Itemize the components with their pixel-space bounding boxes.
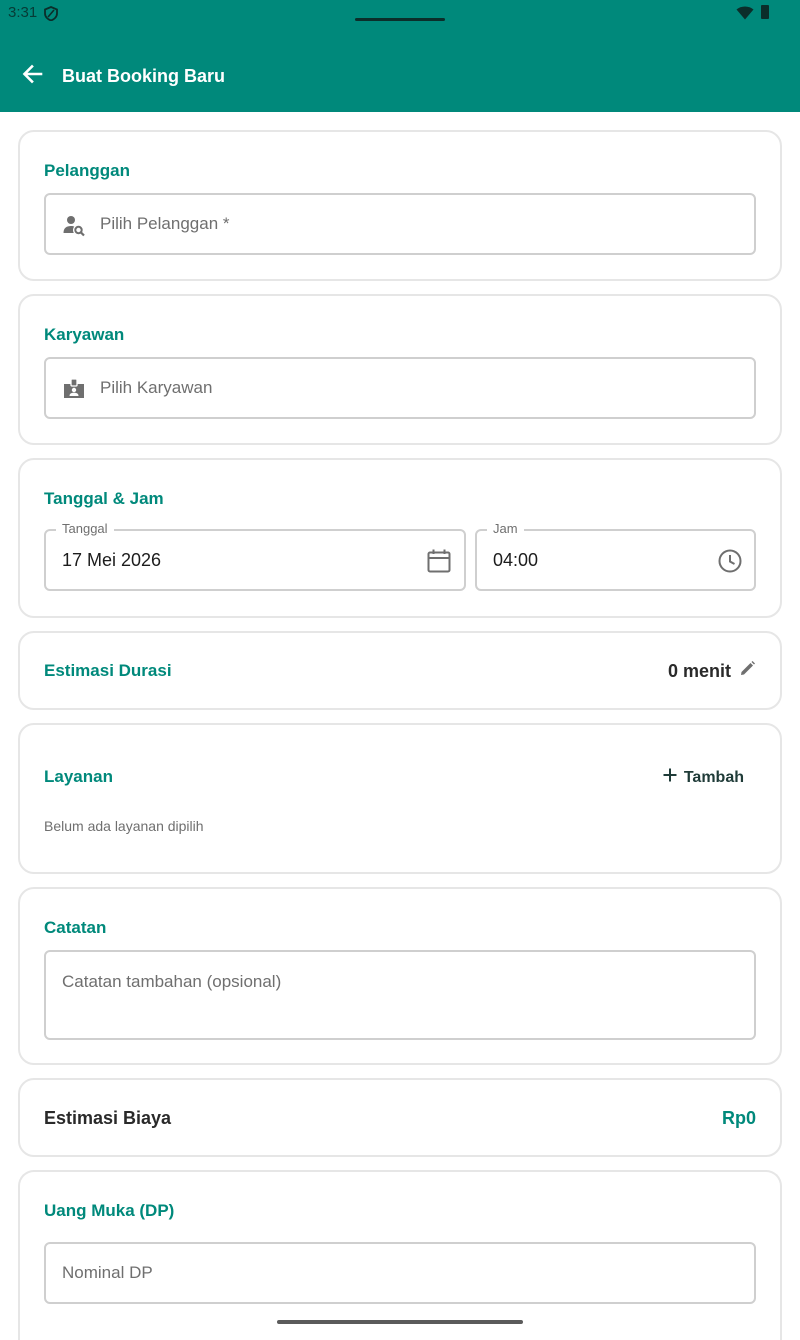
duration-card[interactable]: Estimasi Durasi 0 menit	[18, 631, 782, 710]
clock-icon[interactable]	[717, 548, 743, 579]
add-service-button[interactable]: Tambah	[662, 767, 744, 788]
cost-card: Estimasi Biaya Rp0	[18, 1078, 782, 1157]
date-field-label: Tanggal	[56, 521, 114, 536]
employee-select-field[interactable]: Pilih Karyawan	[44, 357, 756, 419]
add-service-label: Tambah	[683, 768, 744, 786]
services-empty-text: Belum ada layanan dipilih	[44, 818, 204, 834]
duration-value: 0 menit	[667, 660, 731, 681]
date-field[interactable]: Tanggal 17 Mei 2026	[44, 521, 466, 591]
edit-pencil-icon	[739, 660, 756, 682]
employee-section-title: Karyawan	[44, 325, 125, 344]
back-button[interactable]	[16, 60, 48, 92]
time-field-label: Jam	[487, 521, 524, 536]
date-value: 17 Mei 2026	[62, 550, 162, 570]
employee-card: Karyawan Pilih Karyawan	[18, 294, 782, 445]
services-card: Layanan Tambah Belum ada layanan dipilih	[18, 723, 782, 874]
customer-select-field[interactable]: Pilih Pelanggan *	[44, 193, 756, 255]
services-section-title: Layanan	[44, 767, 113, 786]
down-payment-placeholder: Nominal DP	[62, 1263, 153, 1282]
duration-edit-button[interactable]: 0 menit	[668, 660, 756, 682]
shield-icon	[44, 6, 58, 26]
notes-card: Catatan Catatan tambahan (opsional)	[18, 887, 782, 1065]
down-payment-card: Uang Muka (DP) Nominal DP	[18, 1170, 782, 1340]
notes-placeholder: Catatan tambahan (opsional)	[62, 972, 282, 991]
notes-textarea[interactable]: Catatan tambahan (opsional)	[44, 950, 756, 1040]
time-field[interactable]: Jam 04:00	[475, 521, 756, 591]
customer-card: Pelanggan Pilih Pelanggan *	[18, 130, 782, 281]
down-payment-input[interactable]: Nominal DP	[44, 1242, 756, 1304]
customer-placeholder: Pilih Pelanggan *	[100, 214, 230, 233]
duration-section-title: Estimasi Durasi	[44, 661, 172, 680]
employee-placeholder: Pilih Karyawan	[100, 378, 213, 397]
person-search-icon	[62, 213, 86, 242]
plus-icon	[662, 767, 678, 788]
badge-icon	[62, 377, 86, 406]
time-value: 04:00	[493, 550, 539, 570]
down-payment-section-title: Uang Muka (DP)	[44, 1201, 175, 1220]
cost-value: Rp0	[721, 1108, 756, 1128]
page-title: Buat Booking Baru	[62, 66, 226, 86]
battery-icon	[761, 5, 769, 19]
datetime-card: Tanggal & Jam Tanggal 17 Mei 2026 Jam 04…	[18, 458, 782, 618]
gesture-home-bar[interactable]	[277, 1320, 523, 1324]
wifi-icon	[736, 6, 754, 25]
datetime-section-title: Tanggal & Jam	[44, 489, 164, 508]
app-bar: 3:31 Buat Booking Baru	[0, 0, 800, 112]
camera-notch	[355, 18, 445, 21]
customer-section-title: Pelanggan	[44, 161, 130, 180]
cost-label: Estimasi Biaya	[44, 1108, 172, 1128]
status-time: 3:31	[8, 4, 38, 21]
notes-section-title: Catatan	[44, 918, 107, 937]
arrow-back-icon	[21, 63, 43, 90]
calendar-icon[interactable]	[426, 548, 452, 579]
